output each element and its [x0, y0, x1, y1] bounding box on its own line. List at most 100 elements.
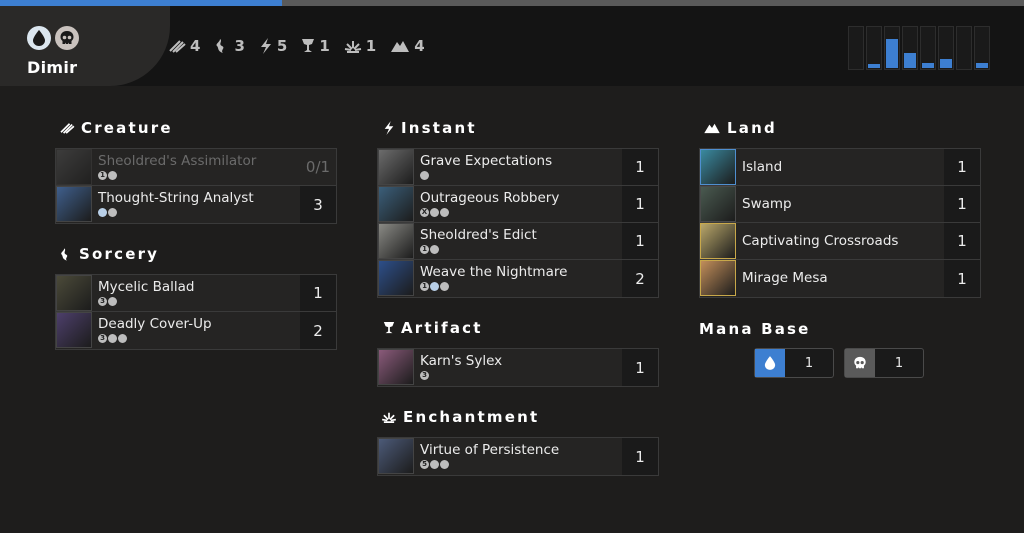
blue-mana-icon — [755, 349, 785, 377]
enchantment-list: Virtue of Persistence 5 1 — [377, 437, 659, 476]
section-title-land: Land — [703, 119, 777, 137]
card-quantity: 1 — [622, 349, 658, 386]
black-mana-symbol-icon — [440, 460, 449, 469]
sorcery-count-value: 3 — [234, 37, 245, 55]
card-art-thumbnail — [700, 223, 736, 259]
mana-curve-column — [848, 26, 864, 70]
card-art-thumbnail — [700, 260, 736, 296]
card-row[interactable]: Sheoldred's Assimilator 1 0/1 — [56, 149, 336, 186]
black-mana-symbol-icon — [440, 208, 449, 217]
land-list: Island 1 Swamp 1 Captivating Crossroads 1 Mira… — [699, 148, 981, 298]
blue-mana-icon — [27, 26, 51, 50]
card-row[interactable]: Weave the Nightmare 1 2 — [378, 260, 658, 297]
instant-icon — [260, 38, 271, 54]
card-row[interactable]: Mirage Mesa 1 — [700, 260, 980, 297]
card-row[interactable]: Deadly Cover-Up 3 2 — [56, 312, 336, 349]
card-row[interactable]: Sheoldred's Edict 1 1 — [378, 223, 658, 260]
artifact-count-value: 1 — [319, 37, 330, 55]
black-mana-symbol-icon — [118, 334, 127, 343]
card-quantity: 1 — [622, 223, 658, 259]
black-mana-symbol-icon — [108, 171, 117, 180]
card-quantity: 1 — [622, 186, 658, 222]
card-art-thumbnail — [378, 349, 414, 385]
mana-cost: 3 — [98, 297, 300, 306]
mana-curve-bar — [922, 63, 934, 68]
mana-base-blue-count: 1 — [804, 355, 814, 371]
card-art-thumbnail — [378, 223, 414, 259]
creature-icon — [60, 123, 75, 134]
section-title-instant-label: Instant — [401, 119, 477, 137]
enchantment-count-value: 1 — [365, 37, 377, 55]
mana-curve-bar — [904, 53, 916, 68]
card-row[interactable]: Captivating Crossroads 1 — [700, 223, 980, 260]
black-mana-icon — [845, 349, 875, 377]
mana-curve-bar — [868, 64, 880, 68]
sorcery-icon — [61, 247, 68, 261]
land-count-value: 4 — [414, 37, 425, 55]
card-info: Island — [736, 149, 944, 185]
creature-list: Sheoldred's Assimilator 1 0/1 Thought-Strin… — [55, 148, 337, 224]
card-row[interactable]: Karn's Sylex 3 1 — [378, 349, 658, 386]
mana-base-title: Mana Base — [699, 320, 811, 338]
black-mana-symbol-icon — [440, 282, 449, 291]
mana-base-black: 1 — [844, 348, 924, 378]
mana-cost: 1 — [98, 171, 300, 180]
card-name: Weave the Nightmare — [420, 264, 568, 280]
generic-mana-symbol-icon: 1 — [420, 282, 429, 291]
card-quantity: 1 — [300, 275, 336, 311]
black-mana-symbol-icon — [430, 460, 439, 469]
section-title-sorcery-label: Sorcery — [79, 245, 160, 263]
land-icon — [391, 41, 410, 52]
card-info: Swamp — [736, 186, 944, 222]
card-name: Captivating Crossroads — [742, 233, 899, 249]
card-art-thumbnail — [56, 149, 92, 185]
card-art-thumbnail — [378, 186, 414, 222]
card-name: Thought-String Analyst — [98, 190, 254, 206]
instant-list: Grave Expectations 1 Outrageous Robbery X 1 S… — [377, 148, 659, 298]
artifact-list: Karn's Sylex 3 1 — [377, 348, 659, 387]
card-quantity: 2 — [622, 260, 658, 297]
section-title-enchantment-label: Enchantment — [403, 408, 540, 426]
generic-mana-symbol-icon: 5 — [420, 460, 429, 469]
type-counts-bar: 4 3 5 1 1 4 — [168, 37, 439, 55]
card-row[interactable]: Outrageous Robbery X 1 — [378, 186, 658, 223]
card-art-thumbnail — [378, 260, 414, 296]
creature-count-value: 4 — [190, 37, 201, 55]
card-quantity: 1 — [944, 223, 980, 259]
mana-cost: 1 — [420, 282, 622, 291]
card-row[interactable]: Grave Expectations 1 — [378, 149, 658, 186]
blue-mana-symbol-icon — [430, 282, 439, 291]
card-row[interactable]: Virtue of Persistence 5 1 — [378, 438, 658, 475]
land-count: 4 — [390, 37, 425, 55]
mana-cost: 1 — [420, 245, 622, 254]
mana-curve-column — [920, 26, 936, 70]
card-name: Deadly Cover-Up — [98, 316, 212, 332]
card-row[interactable]: Mycelic Ballad 3 1 — [56, 275, 336, 312]
card-art-thumbnail — [700, 186, 736, 222]
mana-cost — [420, 171, 622, 180]
mana-curve-column — [956, 26, 972, 70]
sorcery-icon — [216, 39, 224, 53]
black-mana-symbol-icon — [108, 334, 117, 343]
generic-mana-symbol-icon: 3 — [98, 297, 107, 306]
card-quantity: 1 — [944, 149, 980, 185]
section-title-creature-label: Creature — [81, 119, 173, 137]
artifact-icon — [302, 39, 315, 52]
card-art-thumbnail — [56, 186, 92, 222]
card-art-thumbnail — [56, 275, 92, 311]
card-row[interactable]: Thought-String Analyst 3 — [56, 186, 336, 223]
card-name: Karn's Sylex — [420, 353, 503, 369]
creature-icon — [169, 40, 186, 53]
section-title-artifact: Artifact — [383, 319, 483, 337]
land-icon — [704, 123, 720, 134]
card-art-thumbnail — [56, 312, 92, 348]
section-title-creature: Creature — [59, 119, 173, 137]
mana-curve-column — [884, 26, 900, 70]
card-row[interactable]: Island 1 — [700, 149, 980, 186]
card-info: Deadly Cover-Up 3 — [92, 312, 300, 349]
card-name: Sheoldred's Edict — [420, 227, 537, 243]
card-quantity: 0/1 — [305, 158, 331, 176]
generic-mana-symbol-icon: 1 — [98, 171, 107, 180]
card-row[interactable]: Swamp 1 — [700, 186, 980, 223]
card-info: Weave the Nightmare 1 — [414, 260, 622, 297]
